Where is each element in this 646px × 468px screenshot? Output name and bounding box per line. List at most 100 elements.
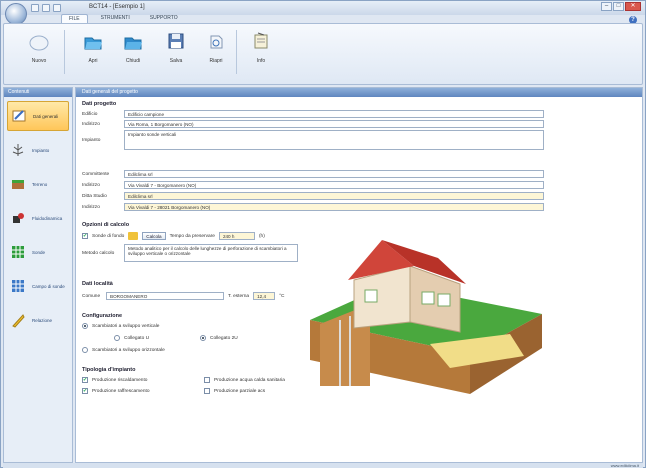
close-file-label: Chiudi: [125, 58, 141, 64]
info-label: Info: [256, 58, 266, 64]
status-right-text: www.edilclima.it: [610, 463, 639, 468]
info-button[interactable]: Info: [244, 30, 278, 64]
horizontal-label: Scambiatori a sviluppo orizzontale: [92, 347, 165, 353]
open-folder-icon: [84, 37, 102, 50]
qat-save-icon[interactable]: [31, 4, 39, 12]
partial-label: Produzione parziale acs: [214, 388, 266, 394]
reopen-icon: [210, 35, 223, 49]
maximize-icon[interactable]: □: [613, 2, 624, 11]
ribbon: Nuovo Apri Chiudi Salva Riapri Info: [3, 23, 643, 85]
cooling-label: Produzione raffrescamento: [92, 388, 150, 394]
reopen-label: Riapri: [209, 58, 223, 64]
separator: [236, 30, 237, 74]
double-u-radio[interactable]: [200, 335, 206, 341]
sidebar-item-label: Impianto: [32, 147, 50, 153]
plant-field[interactable]: Impianto sonde verticali: [124, 130, 544, 150]
deep-probes-checkbox[interactable]: ✔: [82, 233, 88, 239]
close-file-button[interactable]: Chiudi: [116, 30, 150, 64]
heating-checkbox[interactable]: ✔: [82, 377, 88, 383]
horizontal-radio[interactable]: [82, 347, 88, 353]
window: [437, 293, 451, 307]
studio-field[interactable]: Edilclima srl: [124, 192, 544, 200]
project-section-title: Dati progetto: [82, 101, 117, 107]
title-bar: BCT14 - [Esempio 1] – □ ✕: [1, 1, 645, 25]
cooling-checkbox[interactable]: ✔: [82, 388, 88, 394]
field-row: Indirizzo Via Roma, 1 Borgomanero (NO): [82, 120, 544, 128]
house-geothermal-illustration: [310, 240, 542, 394]
heating-label: Produzione riscaldamento: [92, 377, 148, 383]
sidebar-item-sonde[interactable]: Sonde: [7, 237, 69, 267]
sidebar-header: Contenuti: [4, 88, 72, 97]
open-button[interactable]: Apri: [76, 30, 110, 64]
building-address-field[interactable]: Via Roma, 1 Borgomanero (NO): [124, 120, 544, 128]
minimize-icon[interactable]: –: [601, 2, 612, 11]
general-data-icon: [12, 110, 26, 122]
quick-access-toolbar: [31, 4, 61, 12]
config-double-row: Collegato 2U: [200, 335, 238, 341]
close-icon[interactable]: ✕: [625, 2, 641, 11]
client-field[interactable]: Edilclima srl: [124, 170, 544, 178]
panel-title: Dati generali del progetto: [76, 88, 642, 97]
sidebar-item-fluidodinamica[interactable]: Fluidodinamica: [7, 203, 69, 233]
sidebar-item-relazione[interactable]: Relazione: [7, 305, 69, 335]
field-row: Committente Edilclima srl: [82, 170, 544, 178]
vertical-radio[interactable]: [82, 323, 88, 329]
config-vertical-row: Scambiatori a sviluppo verticale: [82, 323, 159, 329]
days-unit: (h): [258, 233, 265, 239]
reopen-button[interactable]: Riapri: [199, 30, 233, 64]
new-label: Nuovo: [31, 58, 47, 64]
app-window: BCT14 - [Esempio 1] – □ ✕ FILE STRUMENTI…: [0, 0, 646, 468]
method-row: Metodo calcolo Metodo analitico per il c…: [82, 244, 298, 262]
open-label: Apri: [88, 58, 98, 64]
sidebar-item-dati-generali[interactable]: Dati generali: [7, 101, 69, 131]
tab-file[interactable]: FILE: [61, 14, 88, 23]
building-field[interactable]: Edificio campione: [124, 110, 544, 118]
save-label: Salva: [169, 58, 183, 64]
sidebar-item-label: Relazione: [32, 317, 53, 323]
new-button[interactable]: Nuovo: [22, 30, 56, 64]
field-label: Indirizzo: [82, 204, 100, 210]
dhw-checkbox[interactable]: [204, 377, 210, 383]
window: [421, 291, 435, 305]
sidebar-item-impianto[interactable]: Impianto: [7, 135, 69, 165]
client-address-field[interactable]: Via Vivaldi 7 - Borgomanero (NO): [124, 181, 544, 189]
field-row: Impianto Impianto sonde verticali: [82, 130, 544, 150]
qat-undo-icon[interactable]: [42, 4, 50, 12]
config-horizontal-row: Scambiatori a sviluppo orizzontale: [82, 347, 165, 353]
calculate-button[interactable]: Calcola: [142, 232, 166, 240]
days-field[interactable]: 240 h: [218, 232, 255, 240]
single-u-label: Collegato U: [124, 335, 150, 341]
save-button[interactable]: Salva: [159, 30, 193, 64]
sidebar-item-terreno[interactable]: Terreno: [7, 169, 69, 199]
method-select[interactable]: Metodo analitico per il calcolo delle lu…: [124, 244, 298, 262]
new-document-icon: [29, 35, 49, 51]
single-u-radio[interactable]: [114, 335, 120, 341]
temp-field[interactable]: 12,4: [253, 292, 276, 300]
partial-checkbox[interactable]: [204, 388, 210, 394]
field-row: Indirizzo Via Vivaldi 7 - 28021 Borgomane…: [82, 203, 544, 211]
calc-options-row: ✔ Sonde di fondo Calcola Tempo da preser…: [82, 232, 265, 240]
field-label: Committente: [82, 171, 110, 177]
warning-icon: [128, 232, 139, 240]
tab-strumenti[interactable]: STRUMENTI: [94, 14, 137, 23]
sidebar-item-label: Sonde: [32, 249, 46, 255]
report-icon: [12, 314, 25, 328]
temp-unit: °C: [279, 293, 285, 299]
field-row: Ditta Studio Edilclima srl: [82, 192, 544, 200]
application-menu-button[interactable]: [5, 3, 27, 25]
days-label: Tempo da preservare: [169, 233, 215, 239]
sidebar-item-campo-sonde[interactable]: Campo di sonde: [7, 271, 69, 301]
tab-supporto[interactable]: SUPPORTO: [143, 14, 185, 23]
dhw-label: Produzione acqua calda sanitaria: [214, 377, 285, 383]
main-panel: Dati generali del progetto Dati progetto…: [75, 87, 643, 463]
sidebar-item-label: Campo di sonde: [32, 283, 65, 289]
window: [364, 289, 378, 303]
status-bar: [3, 463, 643, 468]
window-controls: – □ ✕: [601, 2, 641, 11]
save-disk-icon: [168, 33, 184, 49]
studio-address-field[interactable]: Via Vivaldi 7 - 28021 Borgomanero (NO): [124, 203, 544, 211]
calc-section-title: Opzioni di calcolo: [82, 222, 130, 228]
qat-redo-icon[interactable]: [53, 4, 61, 12]
soil-icon: [12, 180, 24, 189]
city-select[interactable]: BORGOMANERO: [106, 292, 224, 300]
